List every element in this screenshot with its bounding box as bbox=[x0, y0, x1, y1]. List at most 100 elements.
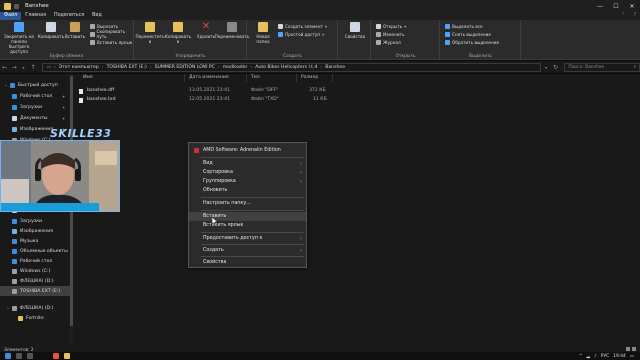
menu-item-give-access[interactable]: Предоставить доступ к › bbox=[189, 234, 306, 243]
open-icon bbox=[376, 23, 381, 29]
minimize-button[interactable]: — bbox=[592, 0, 608, 12]
menu-item-new[interactable]: Создать › bbox=[189, 246, 306, 255]
rename-button[interactable]: Переименовать bbox=[215, 22, 249, 39]
start-icon[interactable] bbox=[5, 353, 11, 359]
column-header-size[interactable]: Размер bbox=[297, 74, 333, 82]
menu-item-customize-folder[interactable]: Настроить папку... bbox=[189, 199, 306, 208]
cube-icon bbox=[12, 248, 17, 254]
new-folder-button[interactable]: Новая папка bbox=[250, 22, 276, 44]
breadcrumb-item[interactable]: Auto Bikes Helicopters l.t.d bbox=[255, 65, 317, 70]
star-icon bbox=[9, 82, 15, 88]
breadcrumb[interactable]: ▭ › Этот компьютер › TOSHIBA EXT (E:) › … bbox=[41, 62, 542, 72]
file-explorer-icon[interactable] bbox=[64, 353, 70, 359]
clock[interactable]: 19:44 bbox=[613, 354, 626, 359]
search-input[interactable]: Поиск: Banshee ⌕ bbox=[564, 62, 640, 72]
menu-item-refresh[interactable]: Обновить bbox=[189, 186, 306, 195]
task-view-icon[interactable] bbox=[27, 353, 33, 359]
nav-item-toshiba-e[interactable]: TOSHIBA EXT (E:) bbox=[0, 286, 70, 296]
tab-view[interactable]: Вид bbox=[88, 12, 106, 20]
breadcrumb-item[interactable]: Этот компьютер bbox=[59, 65, 99, 70]
menu-item-view[interactable]: Вид › bbox=[189, 159, 306, 168]
breadcrumb-item[interactable]: TOSHIBA EXT (E:) bbox=[107, 65, 147, 70]
recent-chevron-icon[interactable]: ▾ bbox=[19, 65, 28, 70]
select-all-button[interactable]: Выделить все bbox=[445, 23, 483, 29]
menu-item-group[interactable]: Группировка › bbox=[189, 177, 306, 186]
nav-item-downloads-2[interactable]: Загрузки bbox=[12, 216, 42, 226]
close-button[interactable]: ✕ bbox=[624, 0, 640, 12]
breadcrumb-item[interactable]: SUMMER EDITION LOW PC bbox=[155, 65, 215, 70]
nav-item-music[interactable]: Музыка bbox=[12, 236, 38, 246]
nav-item-downloads[interactable]: Загрузки ✦ bbox=[12, 102, 65, 112]
nav-item-usb-d-2[interactable]: ⌄ ФЛЕШКА) (D:) bbox=[6, 303, 53, 313]
nav-item-documents[interactable]: Документы ✦ bbox=[12, 113, 65, 123]
download-icon bbox=[12, 218, 17, 224]
drive-icon bbox=[12, 268, 17, 274]
menu-item-paste-shortcut[interactable]: Вставить ярлык bbox=[189, 221, 306, 230]
paste-shortcut-button[interactable]: Вставить ярлык bbox=[90, 39, 132, 45]
nav-item-usb-d[interactable]: ФЛЕШКА) (D:) bbox=[12, 276, 54, 286]
invert-selection-button[interactable]: Обратить выделение bbox=[445, 39, 499, 45]
menu-item-paste[interactable]: Вставить bbox=[189, 212, 306, 221]
select-none-button[interactable]: Снять выделение bbox=[445, 31, 491, 37]
maximize-button[interactable]: ☐ bbox=[608, 0, 624, 12]
breadcrumb-item[interactable]: modloader bbox=[223, 65, 248, 70]
tray-chevron-icon[interactable]: ^ bbox=[579, 354, 583, 359]
nav-item-fortnite[interactable]: Fortnite bbox=[18, 313, 44, 323]
address-dropdown-icon[interactable]: ▾ bbox=[541, 65, 550, 70]
tab-share[interactable]: Поделиться bbox=[50, 12, 88, 20]
breadcrumb-item[interactable]: Banshee bbox=[325, 65, 345, 70]
open-button[interactable]: Открыть ▾ bbox=[376, 23, 406, 29]
back-arrow-icon[interactable]: ← bbox=[0, 64, 9, 71]
new-item-icon bbox=[278, 23, 283, 29]
file-size: 11 КБ bbox=[313, 97, 327, 102]
forward-arrow-icon[interactable]: → bbox=[9, 64, 18, 71]
file-list[interactable]: Имя Дата изменения Тип Размер banshee.df… bbox=[73, 74, 640, 346]
menu-item-amd-software[interactable]: AMD Software: Adrenalin Edition bbox=[189, 146, 306, 155]
notifications-icon[interactable]: ▭ bbox=[630, 354, 634, 359]
refresh-icon[interactable]: ↻ bbox=[551, 64, 560, 71]
easy-access-icon bbox=[278, 31, 283, 37]
search-icon[interactable] bbox=[16, 353, 22, 359]
paste-button[interactable]: Вставить bbox=[62, 22, 88, 39]
history-button[interactable]: Журнал bbox=[376, 39, 401, 45]
nav-item-3d-objects[interactable]: Объемные объекты bbox=[12, 246, 68, 256]
copy-to-button[interactable]: Копировать в bbox=[165, 22, 191, 44]
browser-icon[interactable] bbox=[53, 353, 59, 359]
language-indicator[interactable]: РУС bbox=[601, 354, 609, 359]
file-icon bbox=[79, 88, 83, 94]
open-group: Открыть ▾ Изменить Журнал Открыть bbox=[372, 20, 440, 60]
window-title: Banshee bbox=[25, 3, 49, 9]
help-icon[interactable]: ? bbox=[629, 12, 640, 20]
path-icon bbox=[90, 31, 95, 37]
folder-icon bbox=[4, 2, 11, 10]
nav-item-images-2[interactable]: Изображения bbox=[12, 226, 53, 236]
tab-home[interactable]: Главная bbox=[21, 12, 50, 20]
network-icon[interactable]: ▂ bbox=[587, 354, 590, 359]
pin-quick-access-button[interactable]: Закрепить на панели быстрого доступа bbox=[2, 22, 36, 54]
details-view-icon[interactable] bbox=[626, 347, 630, 351]
copy-button[interactable]: Копировать bbox=[38, 22, 64, 39]
nav-item-windows-c-2[interactable]: Windows (C:) bbox=[12, 266, 50, 276]
nav-item-quick-access[interactable]: ⌄ Быстрый доступ bbox=[4, 80, 58, 90]
quick-access-icon[interactable] bbox=[14, 3, 19, 9]
large-icons-view-icon[interactable] bbox=[632, 347, 636, 351]
tab-file[interactable]: Файл bbox=[0, 12, 22, 20]
column-header-type[interactable]: Тип bbox=[247, 74, 297, 82]
file-row[interactable]: banshee.txd 12.05.2021 23:41 Файл "TXD" … bbox=[73, 96, 333, 104]
edit-button[interactable]: Изменить bbox=[376, 31, 404, 37]
easy-access-button[interactable]: Простой доступ ▾ bbox=[278, 31, 324, 37]
volume-icon[interactable]: ♪ bbox=[594, 354, 597, 359]
column-header-date[interactable]: Дата изменения bbox=[185, 74, 247, 82]
file-row[interactable]: banshee.dff 13.05.2021 23:41 Файл "DFF" … bbox=[73, 87, 333, 95]
nav-item-images[interactable]: Изображения ✦ bbox=[12, 124, 65, 134]
nav-item-desktop-2[interactable]: Рабочий стол bbox=[12, 256, 52, 266]
menu-item-sort[interactable]: Сортировка › bbox=[189, 168, 306, 177]
new-item-button[interactable]: Создать элемент ▾ bbox=[278, 23, 327, 29]
nav-item-desktop[interactable]: Рабочий стол ✦ bbox=[12, 91, 65, 101]
copy-path-button[interactable]: Скопировать путь bbox=[90, 29, 133, 39]
column-header-name[interactable]: Имя bbox=[79, 74, 185, 82]
move-to-button[interactable]: Переместить в bbox=[135, 22, 165, 44]
menu-item-properties[interactable]: Свойства bbox=[189, 258, 306, 267]
up-arrow-icon[interactable]: ↑ bbox=[28, 64, 37, 71]
ribbon-collapse-icon[interactable]: ⌃ bbox=[617, 12, 629, 20]
